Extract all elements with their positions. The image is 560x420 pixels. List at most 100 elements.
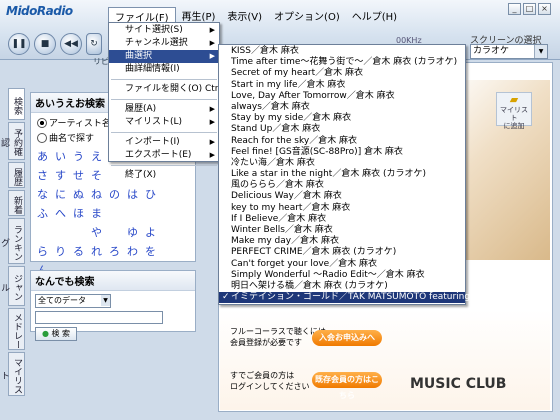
file-menu-item-label: サイト選択(S) — [125, 25, 183, 35]
kana-key[interactable]: わ — [127, 243, 145, 259]
menu-1[interactable]: 再生(P) — [176, 7, 222, 23]
tab-2[interactable]: 履歴 — [8, 162, 25, 188]
kana-key[interactable]: そ — [91, 167, 109, 183]
song-menu-item[interactable]: always／倉木 麻衣 — [219, 102, 465, 113]
tab-1[interactable]: 予約確認 — [0, 122, 25, 160]
kana-key[interactable]: ひ — [145, 186, 163, 202]
file-menu-item[interactable]: ファイルを開く(O) Ctrl+O — [109, 83, 236, 96]
file-menu-item[interactable]: 曲詳細情報(I) — [109, 63, 219, 76]
song-menu-item[interactable]: Stay by my side／倉木 麻衣 — [219, 113, 465, 124]
kana-key[interactable]: い — [55, 148, 73, 164]
kana-key[interactable]: れ — [91, 243, 109, 259]
song-label: If I Believe／倉木 麻衣 — [231, 213, 327, 224]
song-menu-item[interactable]: If I Believe／倉木 麻衣 — [219, 214, 465, 225]
search-button[interactable]: ● 検 索 — [35, 327, 77, 341]
maximize-button[interactable]: □ — [523, 3, 536, 15]
stop-button[interactable]: ■ — [34, 33, 56, 55]
song-menu-item[interactable]: Winter Bells／倉木 麻衣 — [219, 225, 465, 236]
song-menu-item[interactable]: Love, Day After Tomorrow／倉木 麻衣 — [219, 91, 465, 102]
kana-key[interactable]: や — [91, 224, 109, 240]
kana-key[interactable]: ま — [91, 205, 109, 221]
file-menu-item[interactable]: マイリスト(L) ▶ — [109, 116, 219, 129]
tab-4[interactable]: ランキング — [0, 218, 25, 264]
kana-key[interactable]: さ — [37, 167, 55, 183]
kana-key[interactable]: を — [145, 243, 163, 259]
song-menu-item[interactable]: Feel fine! [GS音源(SC-88Pro)] 倉木 麻衣 — [219, 147, 465, 158]
song-menu-item[interactable]: Make my day／倉木 麻衣 — [219, 236, 465, 247]
add-mylist-button[interactable]: ▰ マイリスト に追加 — [496, 92, 532, 130]
join-button[interactable]: 入会お申込みへ — [312, 330, 382, 346]
chevron-right-icon: ▶ — [209, 118, 215, 126]
tab-0[interactable]: 検索 — [8, 88, 25, 120]
add-mylist-label: マイリスト に追加 — [500, 106, 528, 130]
kana-key[interactable]: ら — [37, 243, 55, 259]
kana-key[interactable]: う — [73, 148, 91, 164]
screen-select[interactable]: カラオケ ▼ — [470, 44, 548, 59]
song-menu-item[interactable]: PERFECT CRIME／倉木 麻衣 (カラオケ) — [219, 247, 465, 258]
kana-key[interactable]: す — [55, 167, 73, 183]
song-label: Love, Day After Tomorrow／倉木 麻衣 — [231, 90, 395, 101]
kana-key[interactable]: よ — [145, 224, 163, 240]
file-menu-item[interactable]: チャンネル選択 ▶ — [109, 37, 219, 50]
song-menu-item[interactable]: Secret of my heart／倉木 麻衣 — [219, 68, 465, 79]
kana-key[interactable]: へ — [55, 205, 73, 221]
song-menu-item[interactable]: Like a star in the night／倉木 麻衣 (カラオケ) — [219, 169, 465, 180]
file-menu-item[interactable]: インポート(I) ▶ — [109, 136, 219, 149]
pause-button[interactable]: ❚❚ — [8, 33, 30, 55]
radio-title-label: 曲名で探す — [49, 134, 95, 144]
menu-2[interactable]: 表示(V) — [221, 7, 268, 23]
kana-key[interactable]: る — [73, 243, 91, 259]
kana-key[interactable]: あ — [37, 148, 55, 164]
kana-key[interactable]: せ — [73, 167, 91, 183]
kana-index: あいうえおさすせそなにぬねのはひふへほまやゆよらりるれろわをん — [37, 148, 195, 278]
menu-3[interactable]: オプション(O) — [268, 7, 346, 23]
file-menu-item[interactable]: 曲選択 ▶ — [109, 50, 219, 63]
tab-3[interactable]: 新着 — [8, 190, 25, 216]
song-menu-item[interactable]: 明日へ架ける橋／倉木 麻衣 (カラオケ) — [219, 281, 465, 292]
song-menu-item[interactable]: KISS／倉木 麻衣 — [219, 46, 465, 57]
kana-key[interactable]: り — [55, 243, 73, 259]
kana-key[interactable]: ね — [91, 186, 109, 202]
song-menu-item[interactable]: 風のららら／倉木 麻衣 — [219, 180, 465, 191]
kana-key[interactable]: ぬ — [73, 186, 91, 202]
file-menu-item[interactable]: エクスポート(E) ▶ — [109, 149, 219, 162]
file-menu-item[interactable]: 履歴(A) ▶ — [109, 103, 219, 116]
song-menu-item[interactable]: Stand Up／倉木 麻衣 — [219, 124, 465, 135]
file-menu-item-label: 曲詳細情報(I) — [125, 64, 180, 74]
free-search-select[interactable]: 全てのデータ ▼ — [35, 294, 111, 308]
song-menu-item[interactable]: Delicious Way／倉木 麻衣 — [219, 191, 465, 202]
menu-0[interactable]: ファイル(F) — [108, 7, 176, 24]
kana-key[interactable]: ほ — [73, 205, 91, 221]
kana-key[interactable]: ろ — [109, 243, 127, 259]
song-menu-item[interactable]: Time after time〜花舞う街で〜／倉木 麻衣 (カラオケ) — [219, 57, 465, 68]
song-menu-item[interactable]: 冷たい海／倉木 麻衣 — [219, 158, 465, 169]
kana-key[interactable]: の — [109, 186, 127, 202]
kana-key[interactable]: え — [91, 148, 109, 164]
tab-7[interactable]: マイリスト — [0, 352, 25, 396]
menu-4[interactable]: ヘルプ(H) — [346, 7, 403, 23]
member-login-button[interactable]: 既存会員の方はこちら — [312, 372, 382, 400]
song-menu-item[interactable]: Reach for the sky／倉木 麻衣 — [219, 136, 465, 147]
song-menu-item[interactable]: key to my heart／倉木 麻衣 — [219, 203, 465, 214]
song-menu-item[interactable]: Start in my life／倉木 麻衣 — [219, 80, 465, 91]
screen-select-value: カラオケ — [473, 46, 510, 56]
file-menu-item[interactable]: サイト選択(S) ▶ — [109, 24, 219, 37]
kana-key[interactable]: は — [127, 186, 145, 202]
repeat-icon[interactable]: ↻ — [86, 33, 102, 55]
kana-key[interactable]: ふ — [37, 205, 55, 221]
file-menu-item-label: 曲選択 — [125, 51, 153, 61]
minimize-button[interactable]: _ — [508, 3, 521, 15]
rewind-button[interactable]: ◀◀ — [60, 33, 82, 55]
song-menu-item[interactable]: ✓ イミテイション・ゴールド／TAK MATSUMOTO featuring 倉木… — [219, 292, 509, 304]
kana-key[interactable]: ゆ — [127, 224, 145, 240]
song-menu-item[interactable]: Can't forget your love／倉木 麻衣 — [219, 259, 465, 270]
close-button[interactable]: × — [538, 3, 551, 15]
kana-key[interactable]: な — [37, 186, 55, 202]
free-search-input[interactable] — [35, 311, 163, 324]
tab-6[interactable]: メドレー — [8, 308, 25, 350]
tab-5[interactable]: ジャンル — [0, 266, 25, 306]
file-menu-item[interactable]: 終了(X) — [109, 169, 219, 182]
free-search-select-value: 全てのデータ — [38, 296, 86, 305]
kana-key[interactable]: に — [55, 186, 73, 202]
song-menu-item[interactable]: Simply Wonderful 〜Radio Edit〜／倉木 麻衣 — [219, 270, 465, 281]
